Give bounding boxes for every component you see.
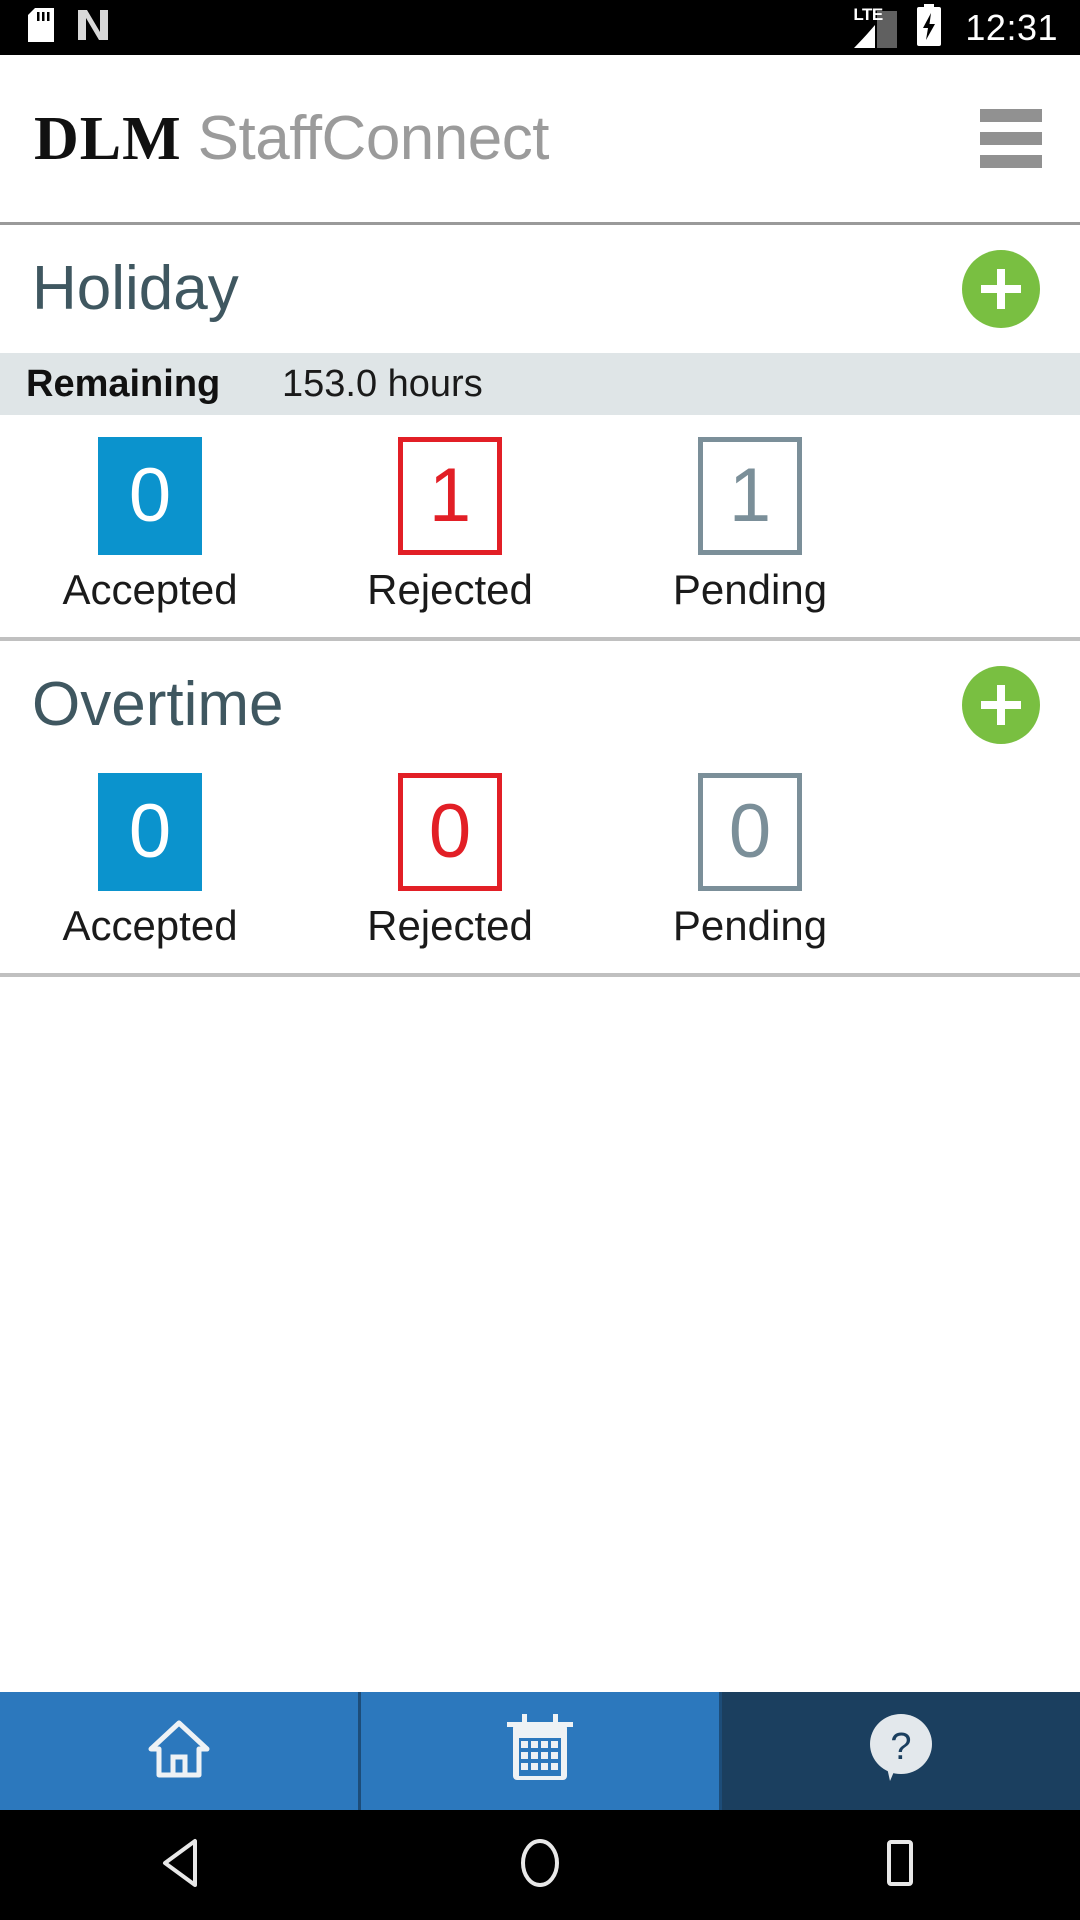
holiday-accepted-count: 0	[98, 437, 202, 555]
home-circle-icon	[514, 1837, 566, 1894]
holiday-stat-pending[interactable]: 1 Pending	[600, 437, 900, 611]
calendar-icon	[507, 1713, 573, 1789]
android-navigation-bar	[0, 1810, 1080, 1920]
android-home-button[interactable]	[360, 1837, 720, 1894]
android-status-bar: LTE 12:31	[0, 0, 1080, 55]
status-bar-right-icons: LTE 12:31	[853, 4, 1058, 51]
overtime-rejected-count: 0	[398, 773, 502, 891]
overtime-rejected-label: Rejected	[367, 902, 533, 949]
signal-bars-icon: LTE	[853, 4, 899, 48]
recents-square-icon	[878, 1837, 922, 1894]
holiday-stat-accepted[interactable]: 0 Accepted	[0, 437, 300, 611]
nav-calendar[interactable]	[361, 1692, 722, 1810]
holiday-rejected-label: Rejected	[367, 566, 533, 613]
battery-charging-icon	[915, 4, 943, 51]
overtime-accepted-count: 0	[98, 773, 202, 891]
section-holiday: Holiday Remaining 153.0 hours 0 Accepted…	[0, 225, 1080, 637]
hamburger-bar-1	[980, 109, 1042, 122]
page-title-holiday: Holiday	[32, 254, 239, 323]
overtime-stat-accepted[interactable]: 0 Accepted	[0, 773, 300, 947]
holiday-rejected-count: 1	[398, 437, 502, 555]
nav-home[interactable]	[0, 1692, 361, 1810]
bottom-navigation-bar: ?	[0, 1692, 1080, 1810]
overtime-pending-count: 0	[698, 773, 802, 891]
section-overtime: Overtime 0 Accepted 0 Rejected 0 Pending	[0, 641, 1080, 973]
brand-name-staffconnect: StaffConnect	[197, 103, 550, 173]
app-header: DLM StaffConnect	[0, 55, 1080, 225]
holiday-stat-rejected[interactable]: 1 Rejected	[300, 437, 600, 611]
overtime-stat-pending[interactable]: 0 Pending	[600, 773, 900, 947]
holiday-remaining-row: Remaining 153.0 hours	[0, 353, 1080, 415]
status-bar-left-icons	[28, 8, 110, 47]
page-title-overtime: Overtime	[32, 670, 284, 739]
overtime-stats-row: 0 Accepted 0 Rejected 0 Pending	[0, 769, 1080, 973]
hamburger-bar-2	[980, 132, 1042, 145]
holiday-pending-count: 1	[698, 437, 802, 555]
nav-help[interactable]: ?	[722, 1692, 1080, 1810]
holiday-title-row: Holiday	[0, 225, 1080, 353]
content-empty-area	[0, 977, 1080, 1692]
add-holiday-button[interactable]	[962, 250, 1040, 328]
overtime-stat-rejected[interactable]: 0 Rejected	[300, 773, 600, 947]
remaining-label: Remaining	[26, 362, 221, 405]
holiday-stats-row: 0 Accepted 1 Rejected 1 Pending	[0, 415, 1080, 637]
app-logo: DLM StaffConnect	[34, 103, 550, 173]
add-overtime-button[interactable]	[962, 666, 1040, 744]
brand-name-dlm: DLM	[34, 104, 182, 173]
overtime-title-row: Overtime	[0, 641, 1080, 769]
back-triangle-icon	[157, 1837, 203, 1894]
home-icon	[147, 1719, 211, 1784]
svg-text:?: ?	[890, 1726, 911, 1768]
holiday-pending-label: Pending	[672, 566, 828, 613]
nfc-icon	[76, 8, 110, 47]
remaining-value: 153.0 hours	[282, 362, 483, 405]
sd-card-icon	[28, 8, 54, 47]
status-bar-clock: 12:31	[965, 6, 1058, 48]
hamburger-bar-3	[980, 155, 1042, 168]
android-recents-button[interactable]	[720, 1837, 1080, 1894]
holiday-accepted-label: Accepted	[62, 566, 238, 613]
overtime-accepted-label: Accepted	[62, 902, 238, 949]
android-back-button[interactable]	[0, 1837, 360, 1894]
help-question-icon: ?	[868, 1713, 934, 1790]
app-root: LTE 12:31 DLM StaffConnect Holiday Remai…	[0, 0, 1080, 1920]
hamburger-menu-icon[interactable]	[980, 109, 1042, 168]
overtime-pending-label: Pending	[672, 902, 828, 949]
network-type-label: LTE	[853, 4, 883, 24]
